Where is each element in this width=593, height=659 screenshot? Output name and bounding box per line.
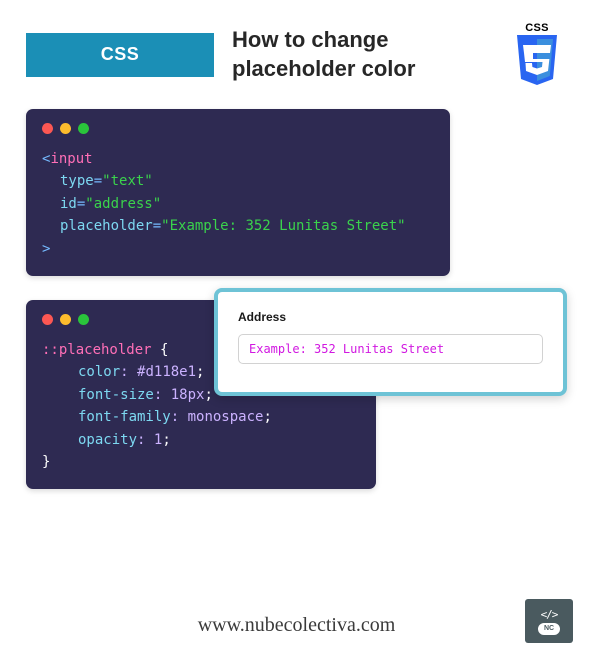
footer-url: www.nubecolectiva.com xyxy=(0,614,593,637)
window-controls xyxy=(42,123,434,134)
code-line: font-family: monospace; xyxy=(42,406,360,428)
close-icon xyxy=(42,123,53,134)
close-icon xyxy=(42,314,53,325)
nubecolectiva-logo: </> NC xyxy=(525,599,573,643)
code-line: type="text" xyxy=(42,170,434,192)
preview-card: Address xyxy=(214,288,567,396)
css3-logo: CSS xyxy=(507,22,567,87)
code-line: <input xyxy=(42,148,434,170)
code-brackets-icon: </> xyxy=(541,608,558,621)
css3-logo-text: CSS xyxy=(525,22,549,34)
header: CSS How to change placeholder color CSS xyxy=(0,0,593,87)
css-badge: CSS xyxy=(26,33,214,77)
maximize-icon xyxy=(78,314,89,325)
minimize-icon xyxy=(60,314,71,325)
address-label: Address xyxy=(238,310,543,324)
page-title: How to change placeholder color xyxy=(232,26,489,83)
cloud-icon: NC xyxy=(538,623,560,635)
code-line: placeholder="Example: 352 Lunitas Street… xyxy=(42,215,434,237)
code-line: } xyxy=(42,451,360,473)
code-line: opacity: 1; xyxy=(42,429,360,451)
code-line: id="address" xyxy=(42,193,434,215)
maximize-icon xyxy=(78,123,89,134)
css3-shield-icon xyxy=(513,35,561,87)
address-input[interactable] xyxy=(238,334,543,364)
minimize-icon xyxy=(60,123,71,134)
html-code-window: <input type="text" id="address" placehol… xyxy=(26,109,450,276)
code-line: > xyxy=(42,238,434,260)
